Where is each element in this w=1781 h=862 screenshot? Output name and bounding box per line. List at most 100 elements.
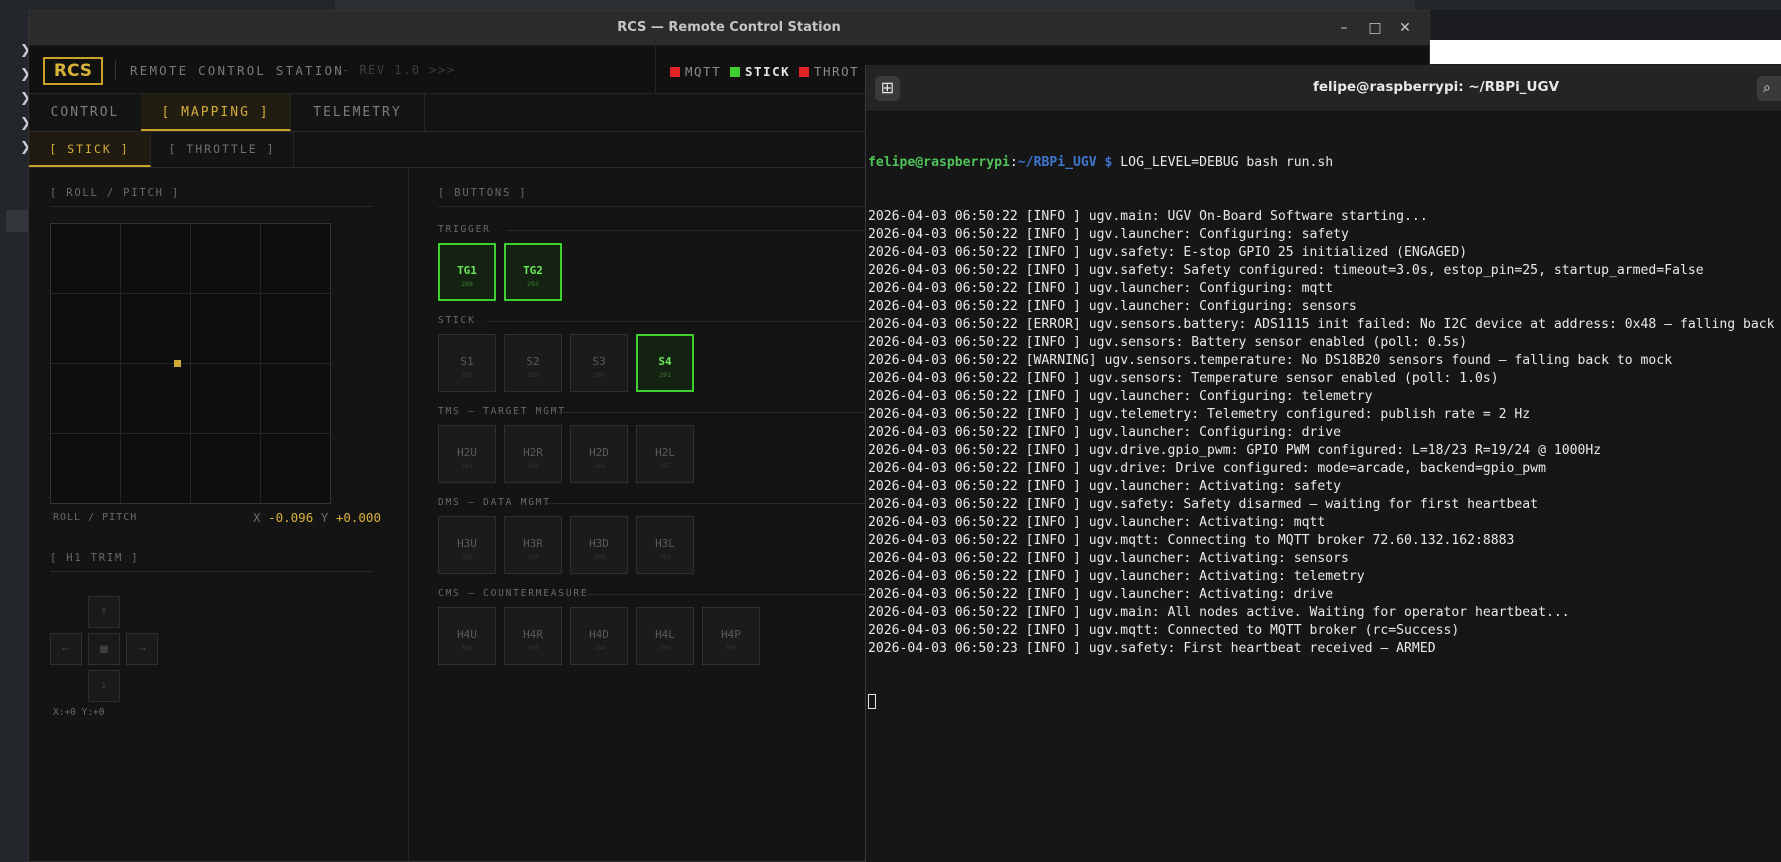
button-tg2[interactable]: TG2 293 [504,243,562,301]
search-icon[interactable]: ⌕ [1757,76,1781,101]
button-code: 297 [659,462,671,470]
tab-telemetry[interactable]: TELEMETRY [291,94,425,131]
button-h4l[interactable]: H4L 705 [636,607,694,665]
log-line: 2026-04-03 06:50:22 [INFO ] ugv.launcher… [868,281,1334,296]
roll-pitch-readout: X -0.096 Y +0.000 [253,510,381,525]
roll-pitch-caption: ROLL / PITCH [53,512,138,523]
button-h4p[interactable]: H4P 706 [702,607,760,665]
app-logo: RCS [43,57,103,85]
log-line: 2026-04-03 06:50:22 [INFO ] ugv.launcher… [868,551,1349,566]
trim-readout: X:+0 Y:+0 [53,707,105,718]
button-code: 289 [527,371,539,379]
prompt-path: ~/RBPi_UGV [1017,155,1097,170]
trim-up-button[interactable]: ↑ [88,596,120,628]
desktop-selected-item[interactable] [6,210,28,232]
log-line: 2026-04-03 06:50:22 [WARNING] ugv.sensor… [868,353,1673,368]
rcs-titlebar: RCS — Remote Control Station – □ ✕ [29,11,1429,46]
station-revision: - REV 1.0 >>> [342,63,456,77]
trim-center-button[interactable]: ■ [88,633,120,665]
status-dot-icon [730,67,740,77]
group-title-tms: TMS — TARGET MGMT [438,406,566,417]
button-h2d[interactable]: H2D 296 [570,425,628,483]
button-code: 295 [527,462,539,470]
roll-pitch-pad[interactable] [50,223,331,504]
button-label: H2R [523,446,543,459]
subtab-stick[interactable]: [ STICK ] [29,132,151,167]
x-axis-value: -0.096 [268,510,314,525]
trim-right-button[interactable]: → [126,633,158,665]
button-label: TG2 [523,264,543,277]
group-title-dms: DMS — DATA MGMT [438,497,551,508]
button-h4d[interactable]: H4D 704 [570,607,628,665]
button-h2l[interactable]: H2L 297 [636,425,694,483]
log-line: 2026-04-03 06:50:22 [INFO ] ugv.launcher… [868,479,1341,494]
button-label: H2U [457,446,477,459]
button-h2r[interactable]: H2R 295 [504,425,562,483]
button-s2[interactable]: S2 289 [504,334,562,392]
terminal-window: ⊞ felipe@raspberrypi: ~/RBPi_UGV ⌕ felip… [865,65,1781,862]
button-s1[interactable]: S1 292 [438,334,496,392]
button-h4u[interactable]: H4U 302 [438,607,496,665]
button-h4r[interactable]: H4R 303 [504,607,562,665]
log-line: 2026-04-03 06:50:22 [INFO ] ugv.launcher… [868,569,1365,584]
button-h3l[interactable]: H3L 301 [636,516,694,574]
button-label: H4U [457,628,477,641]
minimize-icon[interactable]: – [1333,17,1355,39]
y-axis-label: Y [320,510,329,525]
button-code: 303 [527,644,539,652]
button-h2u[interactable]: H2U 294 [438,425,496,483]
log-line: 2026-04-03 06:50:22 [INFO ] ugv.safety: … [868,245,1468,260]
group-title-stick: STICK [438,315,476,326]
grid-line [51,363,330,364]
button-code: 290 [593,371,605,379]
section-rule [487,321,927,322]
terminal-titlebar: ⊞ felipe@raspberrypi: ~/RBPi_UGV ⌕ [866,65,1781,112]
text-cursor [868,694,876,709]
button-s4[interactable]: S4 291 [636,334,694,392]
stick-position-marker[interactable] [173,360,181,367]
terminal-output[interactable]: felipe@raspberrypi:~/RBPi_UGV $ LOG_LEVE… [868,112,1781,862]
maximize-icon[interactable]: □ [1364,17,1386,39]
button-h3d[interactable]: H3D 300 [570,516,628,574]
close-icon[interactable]: ✕ [1394,17,1416,39]
prompt-symbol: $ [1096,155,1121,170]
trim-down-button[interactable]: ↓ [88,670,120,702]
button-label: S4 [658,355,672,368]
subtab-throttle[interactable]: [ THROTTLE ] [151,132,294,167]
button-label: H2L [655,446,675,459]
trim-left-button[interactable]: ← [50,633,82,665]
group-title-trigger: TRIGGER [438,224,491,235]
section-rule [438,206,938,207]
button-label: H3D [589,537,609,550]
header-separator [115,60,116,80]
button-label: TG1 [457,264,477,277]
tab-control[interactable]: CONTROL [29,94,142,131]
button-code: 294 [461,462,473,470]
log-line: 2026-04-03 06:50:22 [INFO ] ugv.mqtt: Co… [868,623,1460,638]
status-dot-icon [670,67,680,77]
button-code: 705 [659,644,671,652]
button-tg1[interactable]: TG1 288 [438,243,496,301]
log-line: 2026-04-03 06:50:22 [INFO ] ugv.telemetr… [868,407,1531,422]
command-text: LOG_LEVEL=DEBUG bash run.sh [1120,155,1334,170]
button-label: H3L [655,537,675,550]
log-line: 2026-04-03 06:50:22 [ERROR] ugv.sensors.… [868,317,1775,332]
button-h3r[interactable]: H3R 299 [504,516,562,574]
section-rule [50,206,372,207]
button-label: S2 [526,355,540,368]
log-line: 2026-04-03 06:50:22 [INFO ] ugv.sensors:… [868,371,1499,386]
tab-mapping[interactable]: [ MAPPING ] [141,94,291,131]
button-code: 296 [593,462,605,470]
button-s3[interactable]: S3 290 [570,334,628,392]
status-dot-icon [799,67,809,77]
button-label: H4P [721,628,741,641]
terminal-title: felipe@raspberrypi: ~/RBPi_UGV [1312,79,1560,95]
button-label: H2D [589,446,609,459]
status-throttle: THROT [799,64,859,79]
log-line: 2026-04-03 06:50:22 [INFO ] ugv.sensors:… [868,335,1468,350]
log-line: 2026-04-03 06:50:22 [INFO ] ugv.launcher… [868,425,1341,440]
log-line: 2026-04-03 06:50:22 [INFO ] ugv.main: Al… [868,605,1570,620]
background-window-strip [335,0,1415,10]
log-line: 2026-04-03 06:50:22 [INFO ] ugv.launcher… [868,389,1373,404]
button-h3u[interactable]: H3U 298 [438,516,496,574]
